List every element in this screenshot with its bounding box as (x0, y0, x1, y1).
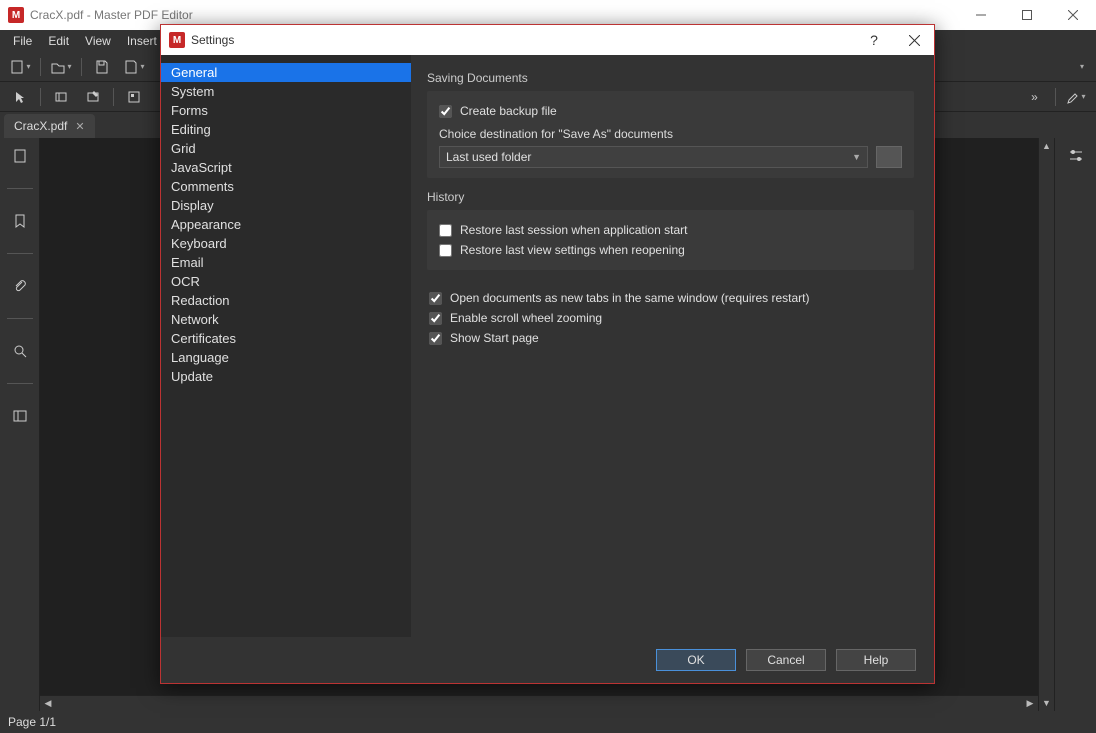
scroll-zoom-checkbox[interactable]: Enable scroll wheel zooming (429, 308, 912, 328)
save-icon[interactable] (88, 55, 116, 79)
category-ocr[interactable]: OCR (161, 272, 411, 291)
restore-view-checkbox[interactable]: Restore last view settings when reopenin… (439, 240, 902, 260)
scroll-down-icon[interactable]: ▼ (1039, 695, 1055, 711)
help-icon[interactable]: ? (854, 25, 894, 55)
category-keyboard[interactable]: Keyboard (161, 234, 411, 253)
category-language[interactable]: Language (161, 348, 411, 367)
menu-file[interactable]: File (6, 32, 39, 50)
panel-icon[interactable] (6, 404, 34, 428)
page-thumb-icon[interactable] (6, 144, 34, 168)
category-redaction[interactable]: Redaction (161, 291, 411, 310)
category-forms[interactable]: Forms (161, 101, 411, 120)
minimize-button[interactable] (958, 0, 1004, 30)
vertical-scrollbar[interactable]: ▲ ▼ (1038, 138, 1054, 711)
category-network[interactable]: Network (161, 310, 411, 329)
create-backup-checkbox[interactable]: Create backup file (439, 101, 902, 121)
category-update[interactable]: Update (161, 367, 411, 386)
save-as-icon[interactable]: ▾ (120, 55, 148, 79)
settings-dialog: M Settings ? General System Forms Editin… (160, 24, 935, 684)
history-group-label: History (427, 190, 914, 204)
saveas-destination-label: Choice destination for "Save As" documen… (439, 127, 902, 141)
category-editing[interactable]: Editing (161, 120, 411, 139)
document-tab-label: CracX.pdf (14, 119, 67, 133)
horizontal-scrollbar[interactable]: ◀ ▶ (40, 695, 1038, 711)
start-page-checkbox[interactable]: Show Start page (429, 328, 912, 348)
cancel-button[interactable]: Cancel (746, 649, 826, 671)
category-certificates[interactable]: Certificates (161, 329, 411, 348)
bookmark-icon[interactable] (6, 209, 34, 233)
attachment-icon[interactable] (6, 274, 34, 298)
scroll-up-icon[interactable]: ▲ (1039, 138, 1055, 154)
cursor-icon[interactable] (6, 85, 34, 109)
document-tab[interactable]: CracX.pdf ✕ (4, 114, 95, 138)
form-icon[interactable] (120, 85, 148, 109)
chevron-down-icon: ▼ (852, 152, 861, 162)
properties-icon[interactable] (1062, 144, 1090, 168)
category-email[interactable]: Email (161, 253, 411, 272)
new-file-icon[interactable]: ▾ (6, 55, 34, 79)
open-new-tabs-checkbox[interactable]: Open documents as new tabs in the same w… (429, 288, 912, 308)
category-display[interactable]: Display (161, 196, 411, 215)
highlight-icon[interactable]: ▾ (1062, 85, 1090, 109)
dialog-title: Settings (191, 33, 854, 47)
scroll-right-icon[interactable]: ▶ (1022, 696, 1038, 712)
dialog-button-row: OK Cancel Help (161, 637, 934, 683)
window-title: CracX.pdf - Master PDF Editor (30, 8, 958, 22)
settings-content-panel: Saving Documents Create backup file Choi… (411, 55, 934, 637)
overflow-icon[interactable]: » (1021, 85, 1049, 109)
right-sidebar (1054, 138, 1096, 711)
ok-button[interactable]: OK (656, 649, 736, 671)
close-button[interactable] (1050, 0, 1096, 30)
category-javascript[interactable]: JavaScript (161, 158, 411, 177)
search-icon[interactable] (6, 339, 34, 363)
scroll-left-icon[interactable]: ◀ (40, 696, 56, 712)
category-grid[interactable]: Grid (161, 139, 411, 158)
menu-insert[interactable]: Insert (120, 32, 164, 50)
saving-group-label: Saving Documents (427, 71, 914, 85)
close-icon[interactable] (894, 25, 934, 55)
object-edit-icon[interactable] (79, 85, 107, 109)
browse-button[interactable] (876, 146, 902, 168)
page-indicator: Page 1/1 (8, 715, 56, 729)
close-icon[interactable]: ✕ (75, 120, 84, 133)
text-edit-icon[interactable] (47, 85, 75, 109)
app-icon: M (169, 32, 185, 48)
open-file-icon[interactable]: ▾ (47, 55, 75, 79)
menu-view[interactable]: View (78, 32, 118, 50)
app-icon: M (8, 7, 24, 23)
category-system[interactable]: System (161, 82, 411, 101)
category-general[interactable]: General (161, 63, 411, 82)
left-sidebar (0, 138, 40, 711)
statusbar: Page 1/1 (0, 711, 1096, 733)
settings-category-list: General System Forms Editing Grid JavaSc… (161, 55, 411, 637)
dialog-titlebar: M Settings ? (161, 25, 934, 55)
menu-edit[interactable]: Edit (41, 32, 76, 50)
toolbar-trailing-dropdown[interactable]: ▾ (1073, 60, 1090, 73)
saveas-destination-select[interactable]: Last used folder ▼ (439, 146, 868, 168)
maximize-button[interactable] (1004, 0, 1050, 30)
restore-session-checkbox[interactable]: Restore last session when application st… (439, 220, 902, 240)
category-appearance[interactable]: Appearance (161, 215, 411, 234)
category-comments[interactable]: Comments (161, 177, 411, 196)
help-button[interactable]: Help (836, 649, 916, 671)
